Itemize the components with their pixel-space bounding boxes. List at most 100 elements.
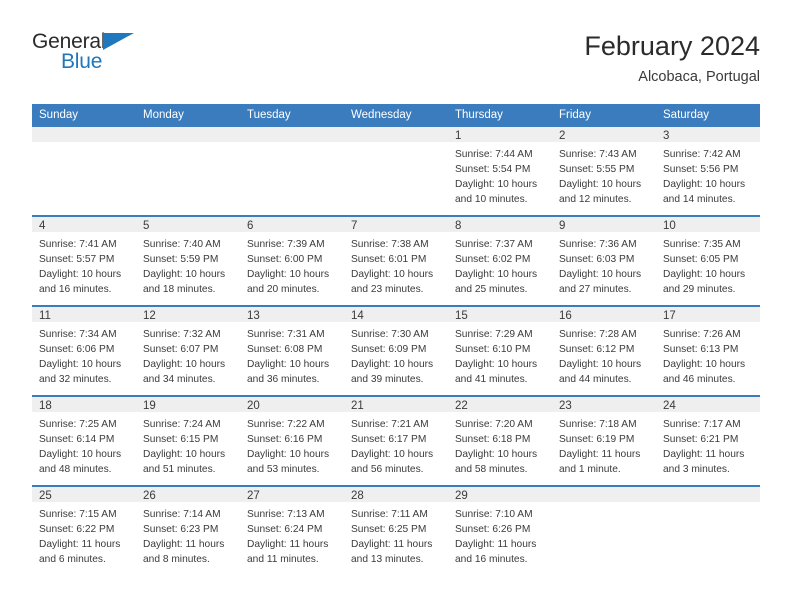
sunrise-time: Sunrise: 7:30 AM [351,329,429,340]
sunset-time: Sunset: 5:55 PM [559,164,635,176]
calendar-day-cell[interactable]: 14 Sunrise: 7:30 AM Sunset: 6:09 PM Dayligh… [344,305,448,396]
day-cell-inner [552,487,656,575]
daylight-duration-line1: Daylight: 10 hours [143,269,226,281]
day-cell-inner: 7 Sunrise: 7:38 AM Sunset: 6:01 PM Daylight… [344,217,448,305]
calendar-day-cell[interactable]: 17 Sunrise: 7:26 AM Sunset: 6:13 PM Dayligh… [656,305,760,396]
daylight-duration-line2: and 23 minutes. [351,284,424,296]
page-title: February 2024 [584,31,760,61]
weekday-header-friday: Friday [552,104,656,127]
calendar-day-cell[interactable]: 4 Sunrise: 7:41 AM Sunset: 5:57 PM Daylight… [32,215,136,306]
calendar-day-cell[interactable]: 15 Sunrise: 7:29 AM Sunset: 6:10 PM Dayligh… [448,305,552,396]
day-cell-inner [240,127,344,215]
calendar-day-cell-empty [656,485,760,575]
sunrise-time: Sunrise: 7:25 AM [39,419,117,430]
day-cell-inner: 18 Sunrise: 7:25 AM Sunset: 6:14 PM Dayligh… [32,397,136,485]
daylight-duration-line2: and 53 minutes. [247,464,320,476]
page-header: General Blue February 2024 Alcobaca, Por… [32,30,760,96]
calendar-day-cell[interactable]: 19 Sunrise: 7:24 AM Sunset: 6:15 PM Dayligh… [136,395,240,486]
calendar-day-cell[interactable]: 11 Sunrise: 7:34 AM Sunset: 6:06 PM Dayligh… [32,305,136,396]
calendar-day-cell[interactable]: 29 Sunrise: 7:10 AM Sunset: 6:26 PM Dayligh… [448,485,552,575]
calendar-day-cell[interactable]: 1 Sunrise: 7:44 AM Sunset: 5:54 PM Daylight… [448,127,552,216]
day-cell-inner: 27 Sunrise: 7:13 AM Sunset: 6:24 PM Dayligh… [240,487,344,575]
daylight-duration-line2: and 18 minutes. [143,284,216,296]
sunset-time: Sunset: 6:17 PM [351,434,427,446]
day-details: Sunrise: 7:32 AM Sunset: 6:07 PM Daylight:… [136,322,240,387]
calendar-day-cell[interactable]: 26 Sunrise: 7:14 AM Sunset: 6:23 PM Dayligh… [136,485,240,575]
sunrise-time: Sunrise: 7:39 AM [247,239,325,250]
sunset-time: Sunset: 5:57 PM [39,254,115,266]
day-cell-inner [136,127,240,215]
weekday-header-saturday: Saturday [656,104,760,127]
general-blue-logo[interactable]: General Blue [32,30,150,82]
daylight-duration-line1: Daylight: 11 hours [455,539,537,551]
calendar-day-cell[interactable]: 22 Sunrise: 7:20 AM Sunset: 6:18 PM Dayligh… [448,395,552,486]
day-cell-inner: 6 Sunrise: 7:39 AM Sunset: 6:00 PM Daylight… [240,217,344,305]
calendar-week-row: 4 Sunrise: 7:41 AM Sunset: 5:57 PM Daylight… [32,215,760,306]
calendar-day-cell[interactable]: 10 Sunrise: 7:35 AM Sunset: 6:05 PM Dayligh… [656,215,760,306]
sunset-time: Sunset: 6:24 PM [247,524,323,536]
day-cell-inner [656,487,760,575]
sunrise-time: Sunrise: 7:43 AM [559,149,637,160]
daylight-duration-line1: Daylight: 10 hours [559,359,642,371]
day-number: 28 [344,487,448,502]
sunrise-time: Sunrise: 7:36 AM [559,239,637,250]
sunrise-time: Sunrise: 7:10 AM [455,509,533,520]
calendar-day-cell[interactable]: 5 Sunrise: 7:40 AM Sunset: 5:59 PM Daylight… [136,215,240,306]
day-cell-inner: 10 Sunrise: 7:35 AM Sunset: 6:05 PM Dayligh… [656,217,760,305]
daylight-duration-line2: and 48 minutes. [39,464,112,476]
day-details: Sunrise: 7:21 AM Sunset: 6:17 PM Daylight:… [344,412,448,477]
calendar-day-cell[interactable]: 20 Sunrise: 7:22 AM Sunset: 6:16 PM Dayligh… [240,395,344,486]
calendar-day-cell[interactable]: 24 Sunrise: 7:17 AM Sunset: 6:21 PM Dayligh… [656,395,760,486]
calendar-week-row: 25 Sunrise: 7:15 AM Sunset: 6:22 PM Dayligh… [32,485,760,575]
calendar-day-cell[interactable]: 25 Sunrise: 7:15 AM Sunset: 6:22 PM Dayligh… [32,485,136,575]
calendar-day-cell[interactable]: 8 Sunrise: 7:37 AM Sunset: 6:02 PM Daylight… [448,215,552,306]
sunset-time: Sunset: 6:07 PM [143,344,219,356]
calendar-day-cell[interactable]: 9 Sunrise: 7:36 AM Sunset: 6:03 PM Daylight… [552,215,656,306]
page-subtitle: Alcobaca, Portugal [638,68,760,85]
calendar-day-cell[interactable]: 6 Sunrise: 7:39 AM Sunset: 6:00 PM Daylight… [240,215,344,306]
calendar-week-row: 1 Sunrise: 7:44 AM Sunset: 5:54 PM Daylight… [32,127,760,216]
calendar-day-cell[interactable]: 13 Sunrise: 7:31 AM Sunset: 6:08 PM Dayligh… [240,305,344,396]
calendar-day-cell[interactable]: 7 Sunrise: 7:38 AM Sunset: 6:01 PM Daylight… [344,215,448,306]
weekday-header-row: Sunday Monday Tuesday Wednesday Thursday… [32,104,760,127]
sunset-time: Sunset: 6:02 PM [455,254,531,266]
calendar-day-cell[interactable]: 23 Sunrise: 7:18 AM Sunset: 6:19 PM Dayligh… [552,395,656,486]
sunrise-time: Sunrise: 7:20 AM [455,419,533,430]
calendar-day-cell[interactable]: 21 Sunrise: 7:21 AM Sunset: 6:17 PM Dayligh… [344,395,448,486]
day-cell-inner: 21 Sunrise: 7:21 AM Sunset: 6:17 PM Dayligh… [344,397,448,485]
sunrise-time: Sunrise: 7:41 AM [39,239,117,250]
calendar-day-cell[interactable]: 12 Sunrise: 7:32 AM Sunset: 6:07 PM Dayligh… [136,305,240,396]
day-number: 20 [240,397,344,412]
day-cell-inner: 9 Sunrise: 7:36 AM Sunset: 6:03 PM Daylight… [552,217,656,305]
day-number: 9 [552,217,656,232]
sunset-time: Sunset: 6:21 PM [663,434,739,446]
sunrise-time: Sunrise: 7:22 AM [247,419,325,430]
calendar-day-cell[interactable]: 18 Sunrise: 7:25 AM Sunset: 6:14 PM Dayligh… [32,395,136,486]
day-number: 7 [344,217,448,232]
sunrise-time: Sunrise: 7:37 AM [455,239,533,250]
sunset-time: Sunset: 6:03 PM [559,254,635,266]
calendar-day-cell[interactable]: 16 Sunrise: 7:28 AM Sunset: 6:12 PM Dayligh… [552,305,656,396]
daylight-duration-line2: and 11 minutes. [247,554,319,566]
day-number: 22 [448,397,552,412]
daylight-duration-line2: and 10 minutes. [455,194,528,206]
daylight-duration-line2: and 39 minutes. [351,374,424,386]
daylight-duration-line1: Daylight: 10 hours [247,359,330,371]
daylight-duration-line1: Daylight: 10 hours [455,449,538,461]
calendar-day-cell[interactable]: 27 Sunrise: 7:13 AM Sunset: 6:24 PM Dayligh… [240,485,344,575]
day-number: 18 [32,397,136,412]
sunrise-time: Sunrise: 7:28 AM [559,329,637,340]
sunset-time: Sunset: 6:14 PM [39,434,115,446]
sunset-time: Sunset: 5:54 PM [455,164,531,176]
sunrise-time: Sunrise: 7:31 AM [247,329,325,340]
daylight-duration-line1: Daylight: 10 hours [559,269,642,281]
day-cell-inner: 13 Sunrise: 7:31 AM Sunset: 6:08 PM Dayligh… [240,307,344,395]
sunset-time: Sunset: 6:00 PM [247,254,323,266]
calendar-day-cell[interactable]: 3 Sunrise: 7:42 AM Sunset: 5:56 PM Daylight… [656,127,760,216]
day-number: 26 [136,487,240,502]
calendar-page: General Blue February 2024 Alcobaca, Por… [0,0,792,612]
calendar-day-cell[interactable]: 28 Sunrise: 7:11 AM Sunset: 6:25 PM Dayligh… [344,485,448,575]
calendar-day-cell[interactable]: 2 Sunrise: 7:43 AM Sunset: 5:55 PM Daylight… [552,127,656,216]
day-details: Sunrise: 7:24 AM Sunset: 6:15 PM Daylight:… [136,412,240,477]
daylight-duration-line2: and 46 minutes. [663,374,736,386]
